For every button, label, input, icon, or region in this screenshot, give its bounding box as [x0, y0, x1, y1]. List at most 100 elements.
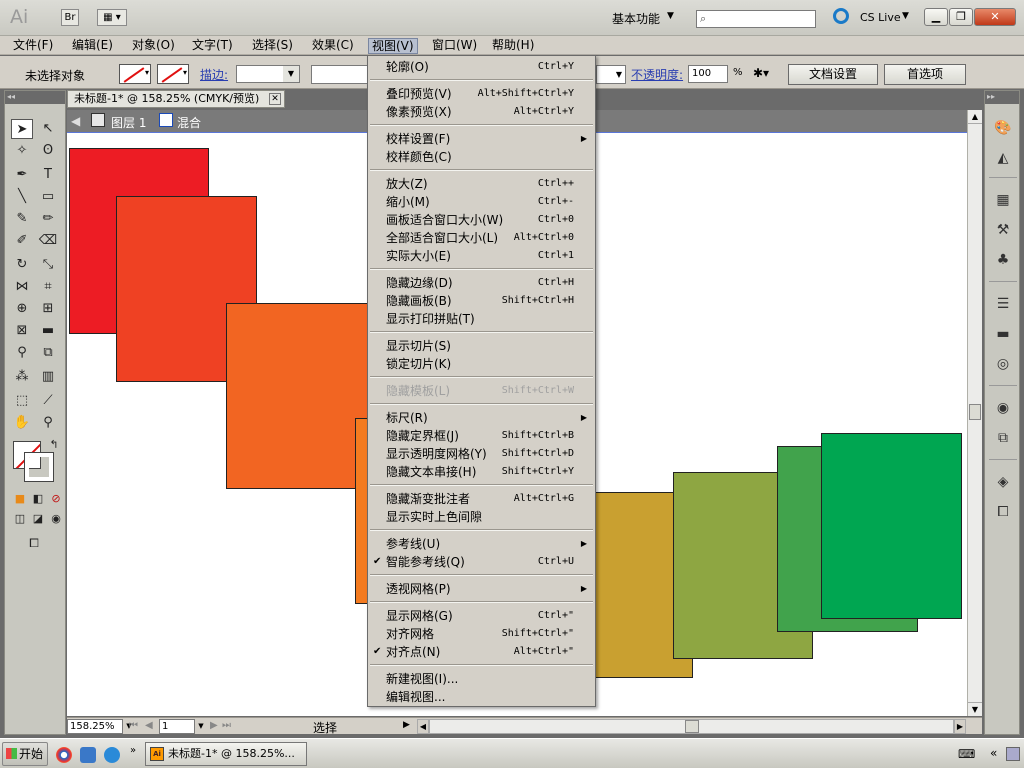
start-button[interactable]: 开始 [2, 742, 48, 766]
minimize-button[interactable]: ▁ [924, 8, 948, 26]
menu-object[interactable]: 对象(O) [129, 38, 178, 54]
color-panel-icon[interactable]: 🎨 [993, 119, 1013, 137]
recolor-icon[interactable]: ✱▾ [753, 66, 769, 80]
lasso-tool-icon[interactable]: ʘ [37, 141, 59, 161]
scroll-up-icon[interactable]: ▲ [968, 110, 982, 124]
direct-selection-tool-icon[interactable]: ↖ [37, 119, 59, 139]
layers-panel-icon[interactable]: ◈ [993, 473, 1013, 491]
blend-tool-icon[interactable]: ⧉ [37, 343, 59, 363]
view-menu-item[interactable]: 实际大小(E) Ctrl+1 [368, 247, 595, 265]
opacity-field[interactable]: 100 [688, 65, 728, 83]
view-menu-item[interactable]: 校样设置(F) ▶ [368, 130, 595, 148]
menu-file[interactable]: 文件(F) [10, 38, 56, 54]
document-settings-button[interactable]: 文档设置 [788, 64, 878, 85]
variable-width-field[interactable] [311, 65, 368, 84]
view-menu-item[interactable]: ✔ 对齐点(N) Alt+Ctrl+" [368, 643, 595, 661]
color-guide-icon[interactable]: ◭ [993, 149, 1013, 167]
view-menu-item[interactable]: 隐藏文本串接(H) Shift+Ctrl+Y [368, 463, 595, 481]
stroke-label[interactable]: 描边: [200, 66, 228, 83]
view-menu-item[interactable]: ✔ 智能参考线(Q) Ctrl+U [368, 553, 595, 571]
view-menu-item[interactable]: 隐藏边缘(D) Ctrl+H [368, 274, 595, 292]
network-icon[interactable] [1006, 747, 1020, 761]
appearance-panel-icon[interactable]: ◉ [993, 399, 1013, 417]
symbol-sprayer-tool-icon[interactable]: ⁂ [11, 367, 33, 387]
keyboard-icon[interactable]: ⌨ [958, 747, 975, 761]
chevron-down-icon[interactable]: ▼ [195, 719, 207, 734]
column-graph-tool-icon[interactable]: ▥ [37, 367, 59, 387]
blob-brush-tool-icon[interactable]: ✐ [11, 231, 33, 251]
view-menu-item[interactable]: 缩小(M) Ctrl+- [368, 193, 595, 211]
rectangle-tool-icon[interactable]: ▭ [37, 187, 59, 207]
view-menu-item[interactable]: 锁定切片(K) [368, 355, 595, 373]
symbols-panel-icon[interactable]: ♣ [993, 251, 1013, 269]
view-menu-item[interactable]: 编辑视图... [368, 688, 595, 706]
chevron-down-icon[interactable]: ▼ [902, 11, 909, 21]
breadcrumb-layer[interactable]: 图层 1 [111, 114, 146, 131]
bridge-button[interactable]: Br [61, 9, 79, 26]
view-menu-item[interactable]: 像素预览(X) Alt+Ctrl+Y [368, 103, 595, 121]
scroll-down-icon[interactable]: ▼ [968, 702, 982, 716]
preferences-button[interactable]: 首选项 [884, 64, 966, 85]
gradient-panel-icon[interactable]: ▬ [993, 325, 1013, 343]
last-artboard-icon[interactable]: ⏭ [222, 720, 231, 731]
line-tool-icon[interactable]: ╲ [11, 187, 33, 207]
view-menu-item[interactable]: 透视网格(P) ▶ [368, 580, 595, 598]
view-menu-item[interactable]: 标尺(R) ▶ [368, 409, 595, 427]
view-menu-item[interactable]: 对齐网格 Shift+Ctrl+" [368, 625, 595, 643]
document-tab[interactable]: 未标题-1* @ 158.25% (CMYK/预览) ✕ [67, 90, 285, 108]
stroke-weight-field[interactable]: ▼ [236, 65, 300, 83]
swap-fill-stroke-icon[interactable]: ↰ [43, 435, 65, 455]
close-icon[interactable]: ✕ [269, 93, 281, 105]
breadcrumb-blend[interactable]: 混合 [177, 114, 201, 131]
width-tool-icon[interactable]: ⋈ [11, 277, 33, 297]
view-menu-item[interactable]: 放大(Z) Ctrl++ [368, 175, 595, 193]
menu-help[interactable]: 帮助(H) [489, 38, 537, 54]
close-button[interactable]: ✕ [974, 8, 1016, 26]
view-menu-item[interactable]: 全部适合窗口大小(L) Alt+Ctrl+0 [368, 229, 595, 247]
pen-tool-icon[interactable]: ✒ [11, 165, 33, 185]
menu-view[interactable]: 视图(V) [368, 38, 418, 54]
first-artboard-icon[interactable]: ⏮ [129, 720, 138, 731]
quick-launch-more-icon[interactable]: » [130, 745, 136, 756]
magic-wand-tool-icon[interactable]: ✧ [11, 141, 33, 161]
chrome-icon[interactable] [56, 747, 72, 763]
scroll-left-icon[interactable]: ◀ [417, 719, 429, 734]
fill-color-swatch[interactable]: ▾ [119, 64, 151, 84]
tray-expand-icon[interactable]: « [990, 746, 997, 760]
media-player-icon[interactable] [80, 747, 96, 763]
hand-tool-icon[interactable]: ✋ [11, 413, 33, 433]
view-menu-item[interactable]: 显示实时上色间隙 [368, 508, 595, 526]
menu-edit[interactable]: 编辑(E) [69, 38, 116, 54]
graphic-styles-panel-icon[interactable]: ⧉ [993, 429, 1013, 447]
screen-mode-icon[interactable]: ⧠ [23, 533, 45, 553]
workspace-switcher[interactable]: 基本功能 [612, 10, 660, 27]
mesh-tool-icon[interactable]: ⊠ [11, 321, 33, 341]
artboard-tool-icon[interactable]: ⬚ [11, 391, 33, 411]
arrange-documents-button[interactable]: ▦ ▾ [97, 9, 127, 26]
status-text[interactable]: 选择 [313, 719, 337, 736]
view-menu-item[interactable]: 参考线(U) ▶ [368, 535, 595, 553]
artboard-number-field[interactable]: 1 [159, 719, 195, 734]
internet-explorer-icon[interactable] [104, 747, 120, 763]
vertical-scrollbar[interactable]: ▲ ▼ [967, 110, 982, 716]
style-dropdown[interactable]: ▼ [596, 65, 626, 84]
status-menu-icon[interactable]: ▶ [403, 720, 410, 730]
vertical-scroll-thumb[interactable] [969, 404, 981, 420]
opacity-label[interactable]: 不透明度: [631, 66, 683, 83]
back-arrow-icon[interactable]: ◀ [71, 114, 80, 128]
chevron-down-icon[interactable]: ▼ [667, 11, 674, 21]
zoom-level-field[interactable]: 158.25% [67, 719, 123, 734]
view-menu-item[interactable]: 校样颜色(C) [368, 148, 595, 166]
taskbar-illustrator-item[interactable]: Ai 未标题-1* @ 158.25%... [145, 742, 307, 766]
menu-select[interactable]: 选择(S) [249, 38, 296, 54]
previous-artboard-icon[interactable]: ◀ [145, 720, 153, 731]
next-artboard-icon[interactable]: ▶ [210, 720, 218, 731]
collapse-icon[interactable]: ◂◂ [5, 91, 65, 104]
free-transform-tool-icon[interactable]: ⌗ [37, 277, 59, 297]
menu-effect[interactable]: 效果(C) [309, 38, 357, 54]
shape-builder-tool-icon[interactable]: ⊕ [11, 299, 33, 319]
horizontal-scrollbar[interactable] [429, 719, 954, 734]
none-mode-icon[interactable]: ⊘ [45, 489, 67, 509]
view-menu-item[interactable]: 隐藏渐变批注者 Alt+Ctrl+G [368, 490, 595, 508]
view-menu-item[interactable]: 显示透明度网格(Y) Shift+Ctrl+D [368, 445, 595, 463]
